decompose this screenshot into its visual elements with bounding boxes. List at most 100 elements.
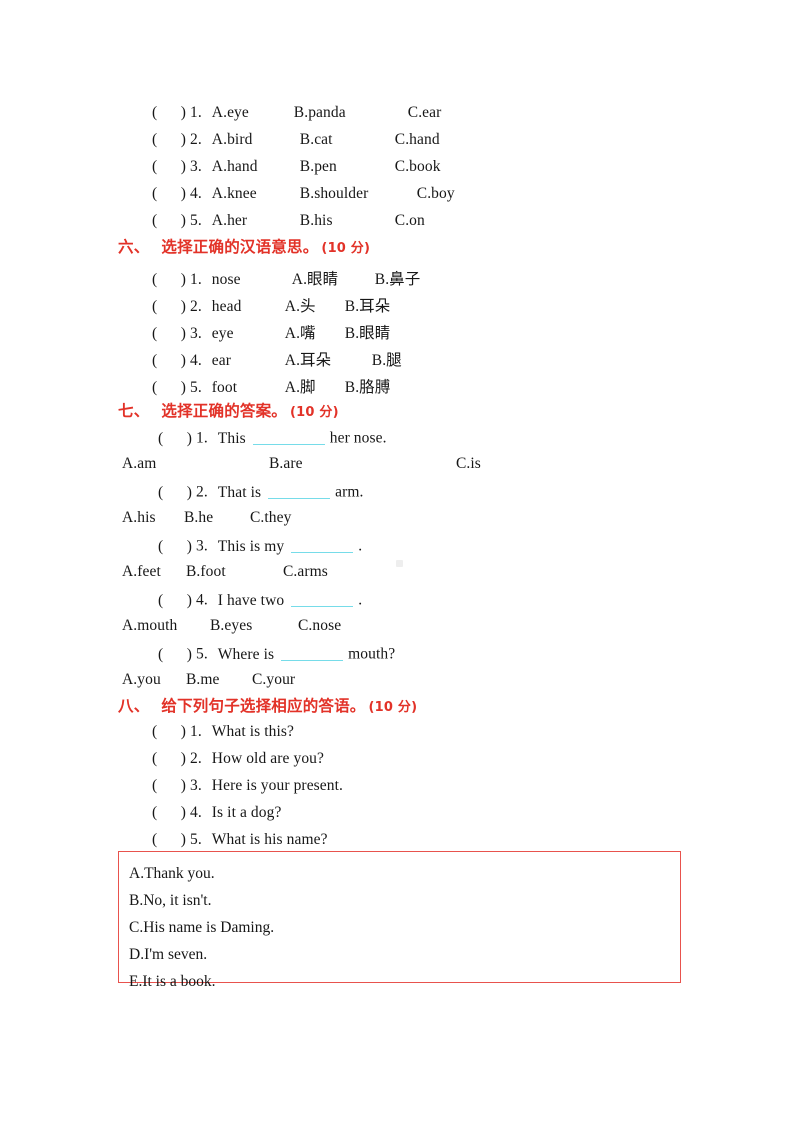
option-b[interactable]: B.foot — [186, 564, 279, 580]
answer-bracket[interactable] — [152, 751, 186, 767]
question-text: How old are you? — [211, 750, 325, 767]
option-a[interactable]: A.eye — [212, 105, 290, 121]
option-row[interactable]: A.mouth B.eyes C.nose — [122, 618, 341, 634]
answer-bracket[interactable] — [152, 299, 186, 315]
option-c[interactable]: C.your — [252, 672, 295, 688]
option-b[interactable]: B.are — [269, 456, 452, 472]
option-a[interactable]: A.knee — [212, 186, 296, 202]
answer-bracket[interactable] — [152, 132, 186, 148]
option-c[interactable]: C.boy — [417, 186, 455, 202]
option-row[interactable]: A.his B.he C.they — [122, 510, 291, 526]
option-c[interactable]: C.on — [395, 213, 425, 229]
fill-blank-row[interactable]: 5. Where is mouth? — [158, 645, 395, 662]
answer-bracket[interactable] — [152, 353, 186, 369]
option-row[interactable]: A.am B.are C.is — [122, 456, 481, 472]
answer-bracket[interactable] — [152, 832, 186, 848]
choice-row[interactable]: 5. A.her B.his C.on — [152, 213, 425, 229]
fill-blank-row[interactable]: 4. I have two . — [158, 591, 362, 608]
answer-bracket[interactable] — [158, 539, 192, 555]
option-a[interactable]: A.his — [122, 510, 180, 526]
match-question-row[interactable]: 2. How old are you? — [152, 751, 324, 767]
blank-line[interactable] — [252, 429, 325, 445]
fill-blank-row[interactable]: 3. This is my . — [158, 537, 362, 554]
option-a[interactable]: A.脚 — [285, 380, 341, 396]
choice-row[interactable]: 1. A.eye B.panda C.ear — [152, 105, 441, 121]
option-c[interactable]: C.hand — [395, 132, 440, 148]
item-number: 5. — [189, 831, 202, 848]
item-number: 3. — [195, 537, 208, 555]
choice-row[interactable]: 2. head A.头 B.耳朵 — [152, 299, 390, 315]
option-b[interactable]: B.he — [184, 510, 246, 526]
option-b[interactable]: B.shoulder — [300, 186, 413, 202]
answer-bank-item[interactable]: D.I'm seven. — [129, 947, 207, 963]
choice-row[interactable]: 4. A.knee B.shoulder C.boy — [152, 186, 455, 202]
choice-row[interactable]: 4. ear A.耳朵 B.腿 — [152, 353, 402, 369]
item-number: 3. — [189, 158, 202, 175]
option-a[interactable]: A.耳朵 — [285, 353, 368, 369]
option-a[interactable]: A.feet — [122, 564, 182, 580]
match-question-row[interactable]: 4. Is it a dog? — [152, 805, 281, 821]
answer-bracket[interactable] — [152, 724, 186, 740]
option-a[interactable]: A.her — [212, 213, 296, 229]
option-c[interactable]: C.ear — [408, 105, 442, 121]
option-a[interactable]: A.嘴 — [285, 326, 341, 342]
option-b[interactable]: B.eyes — [210, 618, 294, 634]
option-b[interactable]: B.his — [300, 213, 391, 229]
option-b[interactable]: B.胳膊 — [345, 380, 391, 396]
blank-line[interactable] — [268, 483, 331, 499]
answer-bracket[interactable] — [152, 105, 186, 121]
blank-line[interactable] — [291, 591, 354, 607]
option-b[interactable]: B.腿 — [372, 353, 402, 369]
option-a[interactable]: A.mouth — [122, 618, 206, 634]
answer-bracket[interactable] — [152, 326, 186, 342]
option-b[interactable]: B.panda — [294, 105, 404, 121]
option-b[interactable]: B.pen — [300, 159, 391, 175]
answer-bank-item[interactable]: C.His name is Daming. — [129, 920, 274, 936]
answer-bracket[interactable] — [158, 593, 192, 609]
answer-bracket[interactable] — [152, 213, 186, 229]
blank-line[interactable] — [281, 645, 344, 661]
option-row[interactable]: A.feet B.foot C.arms — [122, 564, 328, 580]
answer-bank-item[interactable]: E.It is a book. — [129, 974, 216, 990]
option-b[interactable]: B.me — [186, 672, 248, 688]
choice-row[interactable]: 5. foot A.脚 B.胳膊 — [152, 380, 390, 396]
match-question-row[interactable]: 5. What is his name? — [152, 832, 328, 848]
answer-bracket[interactable] — [152, 272, 186, 288]
option-b[interactable]: B.鼻子 — [375, 272, 421, 288]
option-a[interactable]: A.眼睛 — [292, 272, 371, 288]
option-c[interactable]: C.they — [250, 510, 292, 526]
option-a[interactable]: A.bird — [212, 132, 296, 148]
answer-bracket[interactable] — [152, 159, 186, 175]
option-a[interactable]: A.am — [122, 456, 265, 472]
answer-bracket[interactable] — [158, 485, 192, 501]
answer-bracket[interactable] — [158, 647, 192, 663]
answer-bracket[interactable] — [152, 778, 186, 794]
option-a[interactable]: A.头 — [285, 299, 341, 315]
option-c[interactable]: C.book — [395, 159, 441, 175]
blank-line[interactable] — [291, 537, 354, 553]
option-a[interactable]: A.hand — [212, 159, 296, 175]
answer-bracket[interactable] — [152, 805, 186, 821]
answer-bank-item[interactable]: B.No, it isn't. — [129, 893, 211, 909]
match-question-row[interactable]: 3. Here is your present. — [152, 778, 343, 794]
fill-blank-row[interactable]: 2. That is arm. — [158, 483, 363, 500]
option-c[interactable]: C.arms — [283, 564, 328, 580]
option-c[interactable]: C.is — [456, 456, 481, 472]
match-question-row[interactable]: 1. What is this? — [152, 724, 294, 740]
answer-bracket[interactable] — [152, 186, 186, 202]
choice-row[interactable]: 3. A.hand B.pen C.book — [152, 159, 441, 175]
item-number: 1. — [195, 429, 208, 447]
fill-blank-row[interactable]: 1. This her nose. — [158, 429, 387, 446]
option-b[interactable]: B.耳朵 — [345, 299, 391, 315]
choice-row[interactable]: 1. nose A.眼睛 B.鼻子 — [152, 272, 420, 288]
answer-bracket[interactable] — [158, 431, 192, 447]
option-a[interactable]: A.you — [122, 672, 182, 688]
answer-bracket[interactable] — [152, 380, 186, 396]
option-c[interactable]: C.nose — [298, 618, 341, 634]
answer-bank-item[interactable]: A.Thank you. — [129, 866, 215, 882]
option-row[interactable]: A.you B.me C.your — [122, 672, 295, 688]
option-b[interactable]: B.cat — [300, 132, 391, 148]
option-b[interactable]: B.眼睛 — [345, 326, 391, 342]
choice-row[interactable]: 3. eye A.嘴 B.眼睛 — [152, 326, 390, 342]
choice-row[interactable]: 2. A.bird B.cat C.hand — [152, 132, 440, 148]
